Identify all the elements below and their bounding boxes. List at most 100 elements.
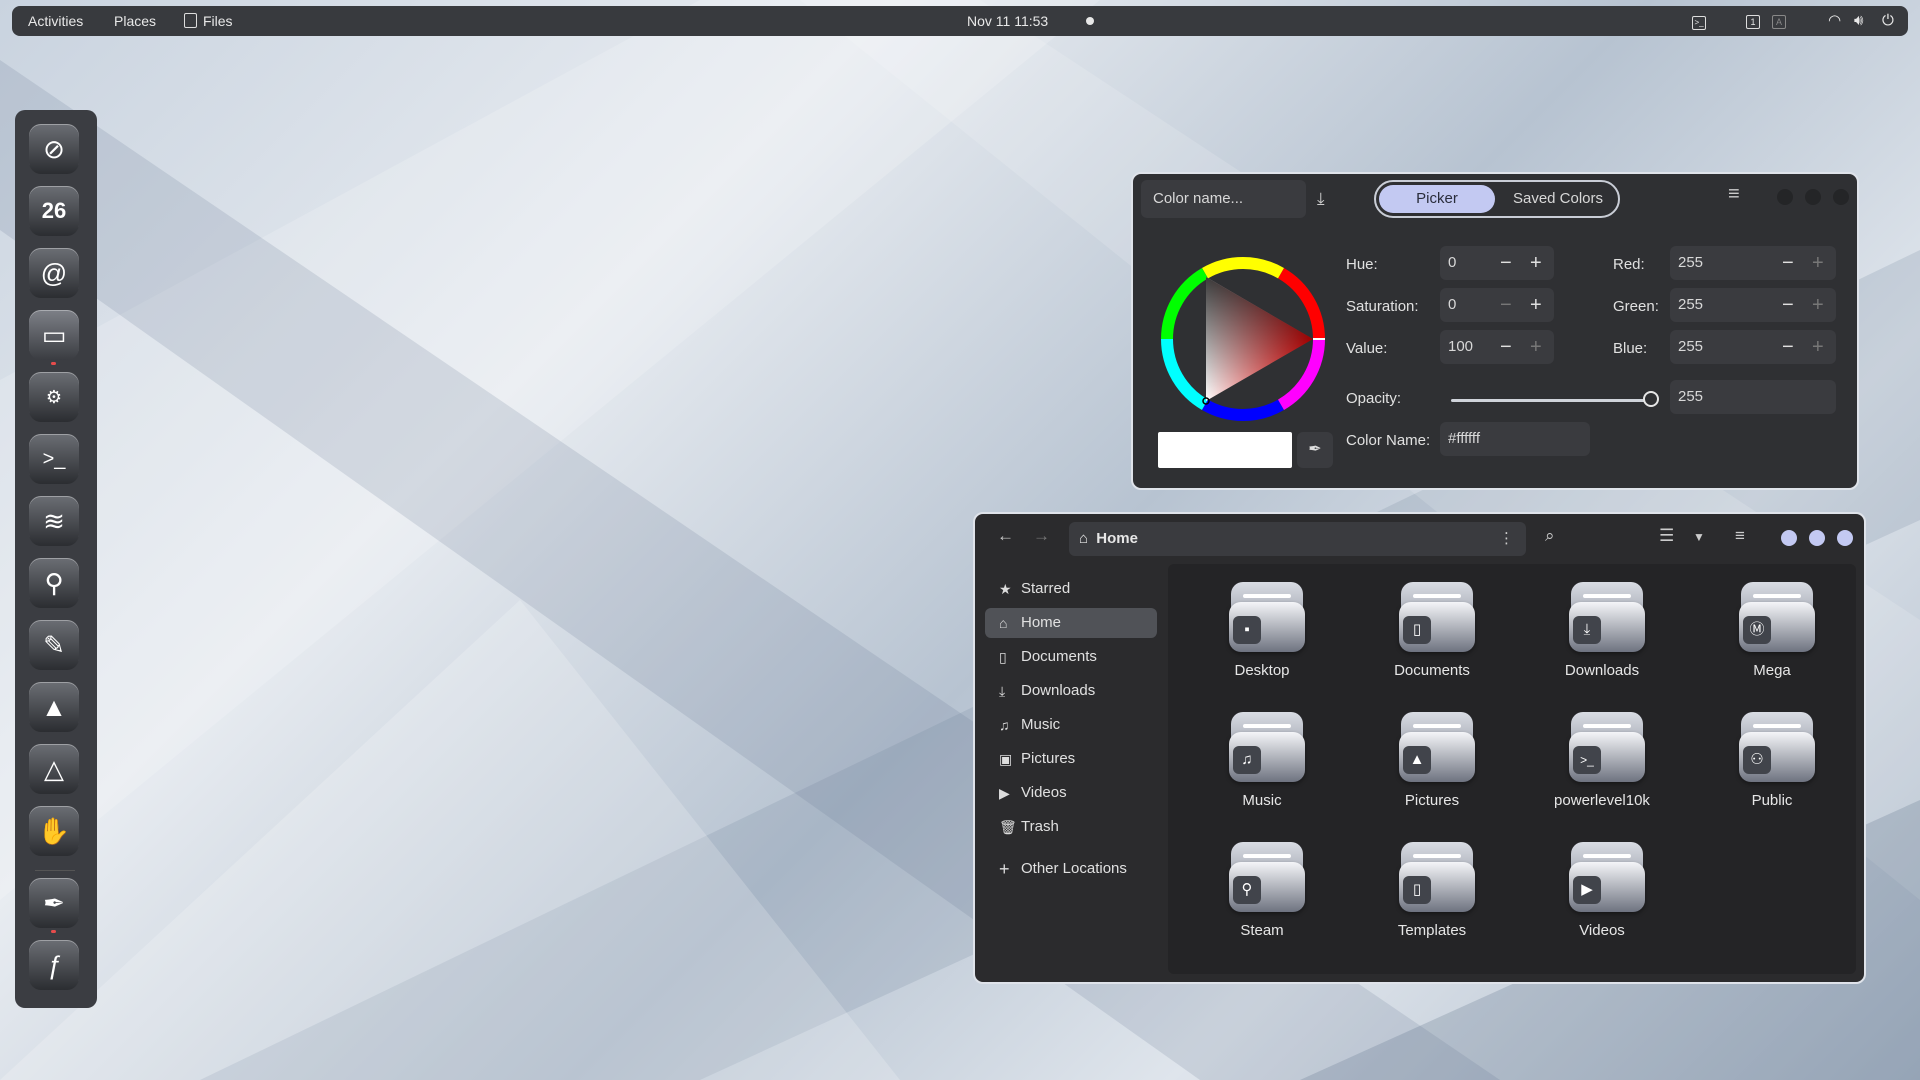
dock-paint[interactable]: ✎ <box>29 620 79 670</box>
path-menu-icon[interactable]: ⋮ <box>1499 522 1514 556</box>
opacity-spinbox[interactable]: 255 <box>1670 380 1836 414</box>
hue-value[interactable]: 0 <box>1448 254 1456 271</box>
red-increment-button[interactable]: + <box>1812 246 1824 280</box>
places-menu[interactable]: Places <box>114 13 156 29</box>
blue-value[interactable]: 255 <box>1678 338 1703 355</box>
opacity-slider[interactable] <box>1451 399 1649 402</box>
dock-fedora[interactable]: ƒ <box>29 940 79 990</box>
wifi-icon[interactable]: ◠ <box>1828 13 1841 29</box>
hamburger-menu-icon[interactable]: ≡ <box>1728 183 1740 206</box>
blue-decrement-button[interactable]: − <box>1782 330 1794 364</box>
folder-public[interactable]: ⚇ Public <box>1702 702 1842 822</box>
hue-increment-button[interactable]: + <box>1530 246 1542 280</box>
folder-videos[interactable]: ▶ Videos <box>1532 832 1672 952</box>
terminal-tray-icon[interactable]: >_ <box>1692 13 1706 30</box>
sidebar-item-label: Documents <box>1021 648 1097 665</box>
dock-steam[interactable]: ⚲ <box>29 558 79 608</box>
opacity-value[interactable]: 255 <box>1678 388 1703 405</box>
dock-mail[interactable]: @ <box>29 248 79 298</box>
folder-steam[interactable]: ⚲ Steam <box>1192 832 1332 952</box>
document-icon: ▯ <box>1403 616 1431 644</box>
tab-saved-colors[interactable]: Saved Colors <box>1500 185 1616 213</box>
folder-icon: ▲ <box>1399 712 1475 784</box>
view-options-button[interactable]: ▼ <box>1693 530 1705 544</box>
folder-downloads[interactable]: ⤓ Downloads <box>1532 572 1672 692</box>
opacity-slider-handle[interactable] <box>1643 391 1659 407</box>
main-menu-button[interactable]: ≡ <box>1735 526 1745 546</box>
color-name-search-input[interactable]: Color name... <box>1141 180 1306 218</box>
download-icon[interactable]: ⤓ <box>1317 189 1325 209</box>
folder-desktop[interactable]: ▪ Desktop <box>1192 572 1332 692</box>
eyedropper-button[interactable]: ✒ <box>1297 432 1333 468</box>
saturation-increment-button[interactable]: + <box>1530 288 1542 322</box>
green-spinbox[interactable]: 255 − + <box>1670 288 1836 322</box>
dock-rss[interactable]: ≋ <box>29 496 79 546</box>
color-name-value[interactable]: #ffffff <box>1448 430 1480 447</box>
dock-color-picker[interactable]: ✒ <box>29 878 79 928</box>
value-value[interactable]: 100 <box>1448 338 1473 355</box>
minimize-button[interactable] <box>1777 189 1793 205</box>
sidebar-item-videos[interactable]: ▶ Videos <box>985 778 1157 808</box>
sidebar-item-downloads[interactable]: ⤓ Downloads <box>985 676 1157 706</box>
folder-documents[interactable]: ▯ Documents <box>1362 572 1502 692</box>
green-decrement-button[interactable]: − <box>1782 288 1794 322</box>
sidebar-item-other-locations[interactable]: + Other Locations <box>985 854 1157 884</box>
keyboard-layout-icon[interactable]: A <box>1772 13 1786 29</box>
dock-terminal[interactable]: >_ <box>29 434 79 484</box>
sidebar-item-trash[interactable]: 🗑︎ Trash <box>985 812 1157 842</box>
dock-blender[interactable]: △ <box>29 744 79 794</box>
folder-powerlevel10k[interactable]: >_ powerlevel10k <box>1532 702 1672 822</box>
sidebar-item-starred[interactable]: ★ Starred <box>985 574 1157 604</box>
back-button[interactable]: ← <box>997 526 1014 546</box>
minimize-button[interactable] <box>1781 530 1797 546</box>
dock-files[interactable]: ▭ <box>29 310 79 360</box>
folder-mega[interactable]: Ⓜ Mega <box>1702 572 1842 692</box>
hue-decrement-button[interactable]: − <box>1500 246 1512 280</box>
blue-increment-button[interactable]: + <box>1812 330 1824 364</box>
color-name-field[interactable]: #ffffff <box>1440 422 1590 456</box>
forward-button[interactable]: → <box>1033 526 1050 546</box>
red-value[interactable]: 255 <box>1678 254 1703 271</box>
sidebar-item-pictures[interactable]: ▣ Pictures <box>985 744 1157 774</box>
folder-templates[interactable]: ▯ Templates <box>1362 832 1502 952</box>
folder-label: Videos <box>1579 922 1625 939</box>
color-wheel[interactable] <box>1153 249 1333 429</box>
value-increment-button[interactable]: + <box>1530 330 1542 364</box>
dock-calendar[interactable]: 26 <box>29 186 79 236</box>
activities-button[interactable]: Activities <box>28 13 83 29</box>
tab-picker[interactable]: Picker <box>1379 185 1495 213</box>
list-view-button[interactable]: ☰ <box>1659 526 1674 546</box>
dock-inkscape[interactable]: ▲ <box>29 682 79 732</box>
dock-browser[interactable]: ⊘ <box>29 124 79 174</box>
red-spinbox[interactable]: 255 − + <box>1670 246 1836 280</box>
saturation-value[interactable]: 0 <box>1448 296 1456 313</box>
sidebar-item-documents[interactable]: ▯ Documents <box>985 642 1157 672</box>
saturation-spinbox[interactable]: 0 − + <box>1440 288 1554 322</box>
volume-icon[interactable]: 🔊︎ <box>1854 13 1863 29</box>
green-value[interactable]: 255 <box>1678 296 1703 313</box>
search-button[interactable]: ⌕ <box>1545 526 1555 546</box>
red-decrement-button[interactable]: − <box>1782 246 1794 280</box>
dock-tweaks[interactable]: ⚙ <box>29 372 79 422</box>
sidebar-item-music[interactable]: ♫ Music <box>985 710 1157 740</box>
value-decrement-button[interactable]: − <box>1500 330 1512 364</box>
saturation-decrement-button[interactable]: − <box>1500 288 1512 322</box>
value-spinbox[interactable]: 100 − + <box>1440 330 1554 364</box>
green-increment-button[interactable]: + <box>1812 288 1824 322</box>
blue-spinbox[interactable]: 255 − + <box>1670 330 1836 364</box>
close-button[interactable] <box>1837 530 1853 546</box>
hue-spinbox[interactable]: 0 − + <box>1440 246 1554 280</box>
maximize-button[interactable] <box>1805 189 1821 205</box>
files-app-menu[interactable]: Files <box>184 13 233 29</box>
power-icon[interactable]: ⏻ <box>1882 13 1894 29</box>
dock-gimp[interactable]: ✋ <box>29 806 79 856</box>
sidebar-item-home[interactable]: ⌂ Home <box>985 608 1157 638</box>
workspace-1-icon[interactable]: 1 <box>1746 13 1760 29</box>
folder-icon: ⤓ <box>1569 582 1645 654</box>
folder-pictures[interactable]: ▲ Pictures <box>1362 702 1502 822</box>
path-bar[interactable]: ⌂ Home ⋮ <box>1069 522 1526 556</box>
folder-music[interactable]: ♫ Music <box>1192 702 1332 822</box>
close-button[interactable] <box>1833 189 1849 205</box>
clock[interactable]: Nov 11 11:53 <box>967 13 1048 29</box>
maximize-button[interactable] <box>1809 530 1825 546</box>
